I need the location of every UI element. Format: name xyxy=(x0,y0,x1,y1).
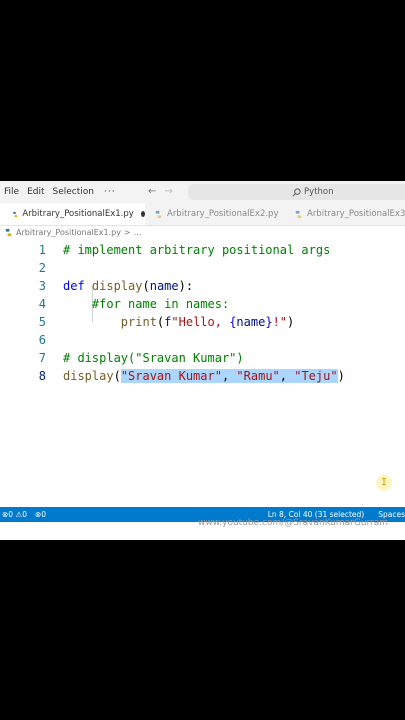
ports-count: 0 xyxy=(41,510,47,519)
navigation-arrows: ← → xyxy=(148,186,173,197)
code-line[interactable]: 2 xyxy=(0,259,405,277)
line-number: 3 xyxy=(38,279,46,293)
command-center-search[interactable]: Python xyxy=(188,184,405,200)
code-token: ( xyxy=(113,369,121,383)
line-number: 2 xyxy=(38,261,46,275)
tab-arbitrary-positionalex3[interactable]: Arbitrary_PositionalEx3.py xyxy=(294,203,405,225)
line-number: 4 xyxy=(38,297,46,311)
error-count: 0 xyxy=(8,510,14,519)
problems-indicator[interactable]: ⊗0 ⚠0 xyxy=(2,510,27,519)
menu-file[interactable]: File xyxy=(0,187,23,197)
code-token: "Hello, xyxy=(171,315,230,329)
code-text[interactable]: def display(name): xyxy=(63,277,193,295)
vscode-window: File Edit Selection ··· ← → Python Arbit… xyxy=(0,181,405,540)
line-number: 1 xyxy=(38,243,46,257)
more-menus-icon[interactable]: ··· xyxy=(98,187,122,197)
tab-label: Arbitrary_PositionalEx3.py xyxy=(307,209,405,219)
code-token: } xyxy=(265,315,273,329)
python-file-icon xyxy=(155,210,162,218)
tab-label: Arbitrary_PositionalEx2.py xyxy=(167,209,279,219)
python-file-icon xyxy=(295,210,302,218)
code-line[interactable]: 4 #for name in names: xyxy=(0,295,405,313)
code-text[interactable]: print(f"Hello, {name}!") xyxy=(63,313,294,331)
tab-arbitrary-positionalex1[interactable]: Arbitrary_PositionalEx1.py xyxy=(0,203,145,225)
code-line[interactable]: 7 # display("Sravan Kumar") xyxy=(0,349,405,367)
text-cursor-icon: I xyxy=(376,475,392,491)
code-token: ) xyxy=(287,315,295,329)
code-line[interactable]: 1 # implement arbitrary positional args xyxy=(0,241,405,259)
code-token: "Ramu" xyxy=(236,369,280,383)
unsaved-dot-icon[interactable] xyxy=(140,211,145,217)
code-token: print xyxy=(120,315,157,329)
code-text[interactable]: # display("Sravan Kumar") xyxy=(63,349,244,367)
breadcrumb: Arbitrary_PositionalEx1.py > ... xyxy=(4,228,141,237)
breadcrumb-file[interactable]: Arbitrary_PositionalEx1.py xyxy=(16,228,121,237)
code-token: ( xyxy=(142,279,150,293)
code-token: name xyxy=(236,315,266,329)
tab-arbitrary-positionalex2[interactable]: Arbitrary_PositionalEx2.py xyxy=(154,203,278,225)
code-token: #for name in names: xyxy=(91,297,230,311)
code-token: !" xyxy=(272,315,288,329)
code-token: def xyxy=(63,279,85,293)
code-token: "Teju" xyxy=(294,369,338,383)
editor-tab-bar: Arbitrary_PositionalEx1.py Arbitrary_Pos… xyxy=(0,203,405,226)
code-token: ) xyxy=(337,369,345,383)
code-line[interactable]: 8 display("Sravan Kumar", "Ramu", "Teju") xyxy=(0,367,405,385)
code-token: ): xyxy=(178,279,194,293)
breadcrumb-separator: > xyxy=(123,228,131,237)
code-token: display xyxy=(63,369,114,383)
menu-bar: File Edit Selection ··· ← → Python xyxy=(0,181,405,203)
warning-count: 0 xyxy=(22,510,27,519)
code-token: , xyxy=(279,369,295,383)
menu-selection[interactable]: Selection xyxy=(49,187,98,197)
code-token: "Sravan Kumar" xyxy=(120,369,222,383)
code-line[interactable]: 3 def display(name): xyxy=(0,277,405,295)
back-arrow-icon[interactable]: ← xyxy=(148,186,156,197)
line-number: 7 xyxy=(38,351,46,365)
line-number: 5 xyxy=(38,315,46,329)
search-icon xyxy=(292,187,301,196)
code-token: , xyxy=(221,369,237,383)
tab-label: Arbitrary_PositionalEx1.py xyxy=(22,209,134,219)
line-number: 6 xyxy=(38,333,46,347)
breadcrumb-symbols[interactable]: ... xyxy=(134,228,142,237)
python-file-icon xyxy=(13,211,18,217)
code-token: name xyxy=(149,279,179,293)
ports-indicator[interactable]: ⊗0 xyxy=(35,510,46,519)
code-token: # display("Sravan Kumar") xyxy=(63,351,244,365)
line-number: 8 xyxy=(38,369,46,383)
code-editor[interactable]: 1 # implement arbitrary positional args 2 3… xyxy=(0,241,405,507)
watermark: www.youtube.com/@SravanKumarGurram xyxy=(198,518,389,528)
code-line[interactable]: 6 xyxy=(0,331,405,349)
menu-edit[interactable]: Edit xyxy=(23,187,48,197)
python-file-icon xyxy=(5,228,12,237)
search-text: Python xyxy=(304,187,334,197)
forward-arrow-icon[interactable]: → xyxy=(164,186,172,197)
code-token: display xyxy=(91,279,143,293)
code-token: # implement arbitrary positional args xyxy=(63,243,331,257)
code-text[interactable]: # implement arbitrary positional args xyxy=(63,241,330,259)
code-text[interactable]: display("Sravan Kumar", "Ramu", "Teju") xyxy=(63,367,345,385)
code-text[interactable]: #for name in names: xyxy=(63,295,229,313)
code-line[interactable]: 5 print(f"Hello, {name}!") xyxy=(0,313,405,331)
